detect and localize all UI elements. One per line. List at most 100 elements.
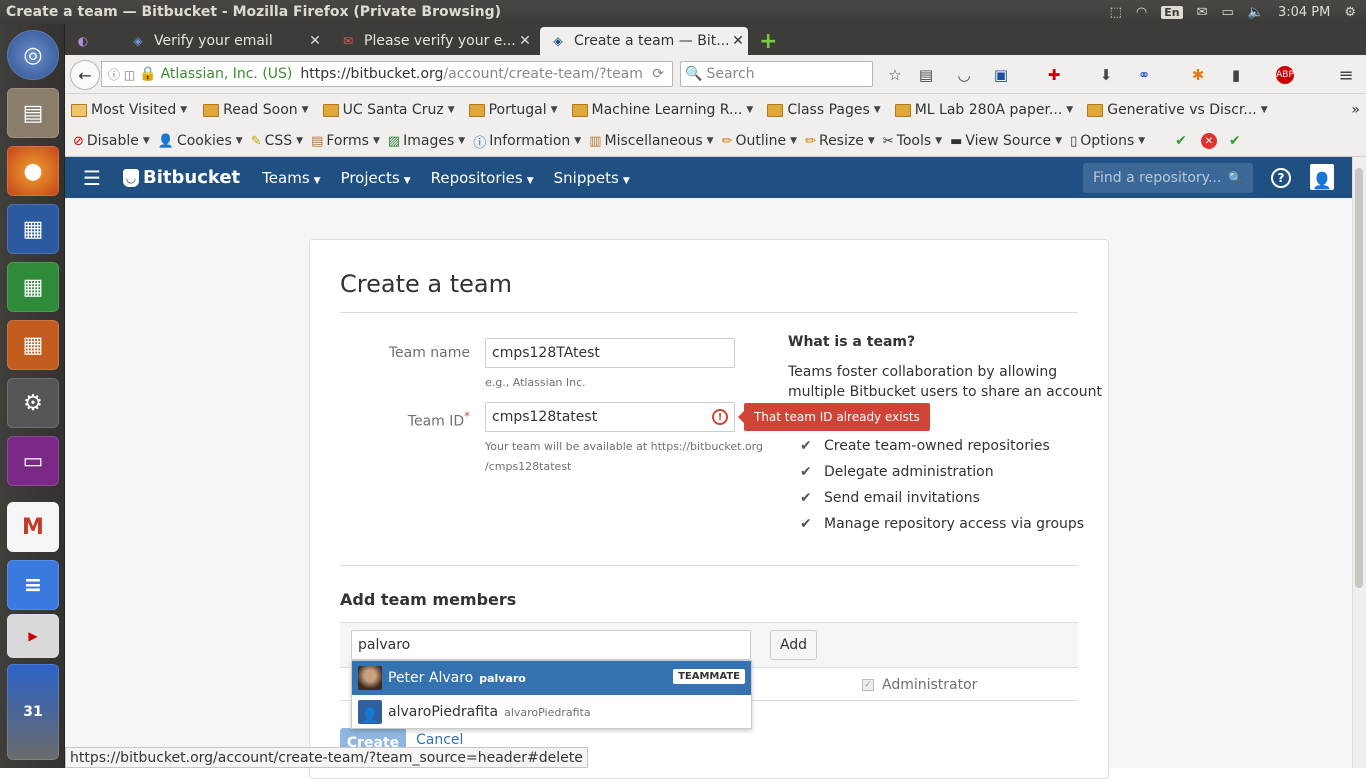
administrator-label: Administrator — [882, 677, 978, 693]
extension-icon[interactable]: ✱ — [1187, 64, 1209, 86]
hamburger-menu-icon[interactable]: ☰ — [83, 166, 107, 190]
bitbucket-logo[interactable]: ◡ Bitbucket — [123, 167, 240, 188]
add-member-button[interactable]: Add — [770, 630, 817, 660]
pocket-icon[interactable]: ◡ — [953, 64, 975, 86]
team-name-input[interactable]: cmps128TAtest — [485, 338, 735, 368]
bookmark-star-icon[interactable]: ☆ — [884, 64, 906, 86]
settings-icon[interactable]: ⚙ — [7, 378, 59, 428]
dev-outline[interactable]: ✏ Outline ▼ — [722, 133, 797, 149]
link-icon[interactable]: ⚭ — [1133, 64, 1155, 86]
dev-disable[interactable]: ⊘ Disable ▼ — [73, 133, 150, 149]
menu-icon[interactable]: ≡ — [1335, 64, 1357, 86]
bookmark-label: Machine Learning R... — [591, 102, 743, 118]
administrator-checkbox[interactable]: ✓ Administrator — [862, 677, 977, 693]
feature-label: Send email invitations — [824, 490, 980, 506]
bookmark-most-visited[interactable]: Most Visited ▼ — [71, 102, 187, 118]
close-icon[interactable]: ✕ — [515, 33, 535, 49]
reading-list-icon[interactable]: ▤ — [915, 64, 937, 86]
dev-miscellaneous[interactable]: ▥ Miscellaneous ▼ — [589, 133, 713, 149]
nav-snippets[interactable]: Snippets ▼ — [554, 169, 630, 187]
youtube-icon[interactable]: ▶ — [7, 614, 59, 658]
url-bar[interactable]: ⓘ ◫ 🔒 Atlassian, Inc. (US) https://bitbu… — [101, 61, 673, 87]
help-icon[interactable]: ? — [1271, 168, 1291, 188]
search-input[interactable]: 🔍 Search — [680, 61, 873, 87]
avatar — [358, 666, 382, 690]
top-panel: Create a team — Bitbucket - Mozilla Fire… — [0, 0, 1366, 24]
avatar[interactable]: 👤 — [1310, 164, 1334, 190]
team-info-title: What is a team? — [788, 334, 915, 350]
bookmark-generative[interactable]: Generative vs Discr... ▼ — [1087, 102, 1268, 118]
cancel-link[interactable]: Cancel — [416, 732, 463, 748]
validate-css-icon[interactable]: ✔ — [1175, 133, 1187, 149]
new-tab-button[interactable]: + — [755, 27, 785, 55]
team-id-help-line2: /cmps128tatest — [485, 460, 572, 473]
impress-icon[interactable]: ▦ — [7, 320, 59, 370]
save-icon[interactable]: ▣ — [990, 64, 1012, 86]
dev-css[interactable]: ✎ CSS ▼ — [251, 133, 303, 149]
bookmarks-overflow-icon[interactable]: » — [1351, 102, 1360, 118]
gear-icon[interactable]: ⚙ — [1344, 5, 1356, 20]
dev-images[interactable]: ▨ Images ▼ — [388, 133, 465, 149]
suggestion-item[interactable]: 👤 alvaroPiedrafita alvaroPiedrafita — [352, 695, 751, 729]
bookmark-class-pages[interactable]: Class Pages ▼ — [767, 102, 881, 118]
adblock-icon[interactable]: ABP — [1276, 66, 1294, 84]
bookmark-ml-lab[interactable]: ML Lab 280A paper... ▼ — [894, 102, 1073, 118]
validate-html-icon[interactable]: ✔ — [1229, 133, 1241, 149]
mail-icon[interactable]: ✉ — [1197, 5, 1208, 20]
gmail-icon[interactable]: M — [7, 502, 59, 552]
docs-icon[interactable]: ≡ — [7, 560, 59, 610]
url-text[interactable]: https://bitbucket.org/account/create-tea… — [300, 66, 643, 82]
firefox-icon[interactable]: ● — [7, 146, 59, 196]
repository-search-input[interactable]: Find a repository... 🔍 — [1083, 163, 1253, 193]
tab-please-verify[interactable]: ✉ Please verify your e... ✕ — [330, 27, 535, 55]
team-id-input[interactable]: cmps128tatest! — [485, 402, 735, 432]
tab-label: Create a team — Bit... — [574, 33, 728, 49]
workspaces-icon[interactable]: ▭ — [7, 436, 59, 486]
options-icon: ▯ — [1070, 133, 1078, 149]
battery-icon[interactable]: ▭ — [1221, 5, 1233, 20]
tab-verify-email[interactable]: ◈ Verify your email ✕ — [120, 27, 325, 55]
clipboard-icon[interactable]: ▮ — [1225, 64, 1247, 86]
error-status-icon[interactable]: ✕ — [1200, 133, 1217, 149]
disable-icon: ⊘ — [73, 133, 84, 149]
clock[interactable]: 3:04 PM — [1278, 5, 1330, 20]
member-search-input[interactable]: palvaro — [351, 630, 751, 660]
firstaid-icon[interactable]: ✚ — [1043, 64, 1065, 86]
dev-options[interactable]: ▯ Options ▼ — [1070, 133, 1145, 149]
writer-icon[interactable]: ▦ — [7, 204, 59, 254]
close-icon[interactable]: ✕ — [728, 33, 748, 49]
bookmark-machine-learning[interactable]: Machine Learning R... ▼ — [571, 102, 753, 118]
dev-view-source[interactable]: ▬ View Source ▼ — [950, 133, 1062, 149]
keyboard-layout[interactable]: En — [1161, 5, 1183, 19]
nav-teams[interactable]: Teams ▼ — [262, 169, 320, 187]
dev-cookies[interactable]: 👤 Cookies ▼ — [158, 133, 243, 149]
wifi-icon[interactable]: ◠ — [1136, 5, 1147, 20]
stacked-apps-icon[interactable]: 31 — [7, 664, 59, 760]
info-icon[interactable]: ⓘ ◫ — [108, 66, 135, 83]
bookmark-portugal[interactable]: Portugal ▼ — [468, 102, 558, 118]
calc-icon[interactable]: ▦ — [7, 262, 59, 312]
dropbox-icon[interactable]: ⬚ — [1110, 5, 1122, 20]
miscellaneous-icon: ▥ — [589, 133, 602, 149]
dev-forms[interactable]: ▤ Forms ▼ — [311, 133, 380, 149]
scrollbar-thumb[interactable] — [1355, 168, 1363, 588]
suggestion-item[interactable]: Peter Alvaro palvaro TEAMMATE — [352, 661, 751, 695]
close-icon[interactable]: ✕ — [305, 33, 325, 49]
dev-label: Disable — [86, 133, 139, 149]
volume-icon[interactable]: 🔈 — [1248, 5, 1264, 20]
bookmark-uc-santa-cruz[interactable]: UC Santa Cruz ▼ — [322, 102, 455, 118]
nav-repositories[interactable]: Repositories ▼ — [431, 169, 534, 187]
tab-create-team[interactable]: ◈ Create a team — Bit... ✕ — [540, 27, 748, 55]
reload-icon[interactable]: ⟳ — [652, 66, 664, 82]
files-icon[interactable]: ▤ — [7, 88, 59, 138]
bookmark-read-soon[interactable]: Read Soon ▼ — [203, 102, 309, 118]
ubuntu-dash-icon[interactable]: ◎ — [7, 30, 59, 80]
site-identity[interactable]: Atlassian, Inc. (US) — [161, 66, 293, 82]
dev-tools[interactable]: ✂ Tools ▼ — [883, 133, 942, 149]
nav-projects[interactable]: Projects ▼ — [341, 169, 411, 187]
back-button[interactable]: ← — [70, 60, 100, 90]
download-icon[interactable]: ⬇ — [1095, 64, 1117, 86]
tools-icon: ✂ — [882, 133, 894, 149]
dev-resize[interactable]: ✏ Resize ▼ — [805, 133, 875, 149]
dev-information[interactable]: ⓘ Information ▼ — [473, 132, 581, 151]
